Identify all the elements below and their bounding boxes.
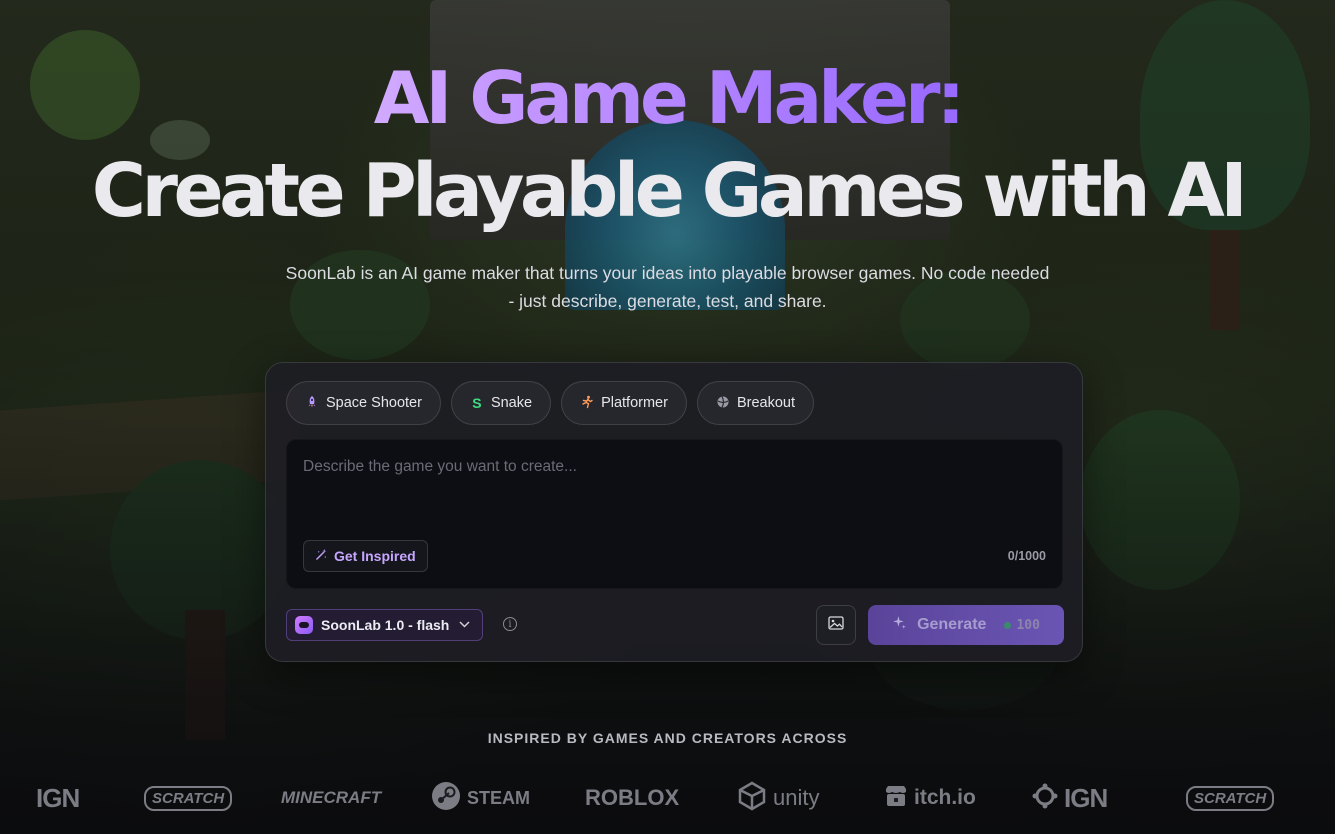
prompt-box: Get Inspired 0/1000: [286, 439, 1063, 589]
roblox-logo: ROBLOX: [585, 780, 679, 816]
page-title: AI Game Maker: Create Playable Games wit…: [0, 62, 1335, 228]
upload-image-button[interactable]: [816, 605, 856, 645]
image-icon: [828, 615, 844, 635]
title-main: Create Playable Games with AI: [91, 148, 1248, 234]
itchio-icon: [884, 785, 908, 812]
running-figure-icon: [580, 395, 594, 412]
get-inspired-button[interactable]: Get Inspired: [303, 540, 428, 572]
preset-snake[interactable]: S Snake: [450, 381, 552, 425]
preset-label: Breakout: [736, 395, 795, 411]
steam-logo: STEAM: [431, 780, 530, 816]
info-icon[interactable]: i: [503, 617, 517, 631]
minecraft-logo: MINECRAFT: [281, 780, 381, 816]
logo-text: IGN: [1064, 782, 1108, 813]
preset-breakout[interactable]: Breakout: [696, 381, 814, 425]
hero-subtitle: SoonLab is an AI game maker that turns y…: [285, 263, 1050, 311]
magic-wand-icon: [315, 548, 328, 564]
partners-heading: INSPIRED BY GAMES AND CREATORS ACROSS: [487, 730, 848, 746]
logo-text: unity: [773, 785, 820, 810]
title-highlight: AI Game Maker:: [0, 62, 1335, 140]
snake-icon: S: [472, 395, 482, 411]
coin-icon: [1004, 621, 1012, 629]
ign-logo: IGN: [1032, 780, 1108, 816]
model-label: SoonLab 1.0 - flash: [321, 617, 450, 633]
scratch-logo: SCRATCH: [144, 780, 233, 816]
model-logo-icon: [295, 616, 313, 634]
chevron-down-icon: [459, 619, 470, 631]
partner-logos: IGN SCRATCH MINECRAFT STEAM ROBLOX unity: [0, 780, 1335, 820]
generate-label: Generate: [917, 616, 987, 633]
logo-text: ROBLOX: [585, 785, 680, 810]
steam-icon: [431, 781, 461, 816]
ball-icon: [716, 395, 730, 412]
character-counter: 0/1000: [1007, 549, 1046, 563]
logo-text: SCRATCH: [144, 785, 233, 811]
rocket-icon: [305, 395, 319, 412]
prompt-panel: Space Shooter S Snake Platformer Breakou…: [265, 362, 1083, 662]
preset-label: Space Shooter: [326, 395, 422, 411]
preset-platformer[interactable]: Platformer: [561, 381, 687, 425]
logo-text: STEAM: [467, 787, 530, 808]
preset-space-shooter[interactable]: Space Shooter: [286, 381, 441, 425]
ign-logo: IGN: [36, 780, 80, 816]
logo-text: IGN: [36, 782, 80, 813]
preset-label: Snake: [490, 395, 533, 411]
scratch-logo: SCRATCH: [1186, 780, 1275, 816]
ign-icon: [1032, 783, 1058, 814]
preset-label: Platformer: [601, 395, 668, 411]
unity-logo: unity: [737, 780, 819, 816]
preset-chips: Space Shooter S Snake Platformer Breakou…: [286, 381, 814, 425]
credit-value: 100: [1016, 617, 1040, 633]
get-inspired-label: Get Inspired: [334, 548, 416, 564]
sparkle-icon: [892, 615, 907, 635]
unity-icon: [737, 781, 767, 816]
generate-button[interactable]: Generate 100: [868, 605, 1064, 645]
itchio-logo: itch.io: [884, 780, 976, 816]
logo-text: MINECRAFT: [281, 788, 382, 807]
model-selector[interactable]: SoonLab 1.0 - flash: [286, 609, 484, 641]
credit-cost: 100: [1004, 617, 1040, 633]
logo-text: SCRATCH: [1186, 785, 1275, 811]
logo-text: itch.io: [914, 786, 976, 809]
